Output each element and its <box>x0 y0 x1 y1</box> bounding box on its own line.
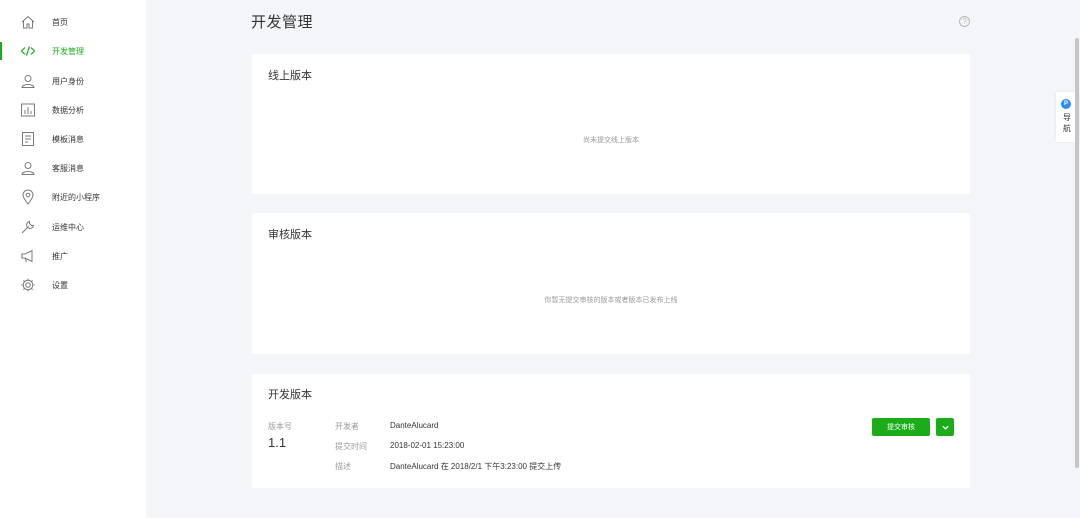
chart-icon <box>20 102 36 118</box>
service-icon <box>20 160 36 176</box>
nav-badge-icon: P <box>1061 99 1071 109</box>
sidebar-item-template-message[interactable]: 模板消息 <box>0 128 146 150</box>
floating-nav-label-2: 航 <box>1063 124 1071 133</box>
sidebar-item-settings[interactable]: 设置 <box>0 274 146 296</box>
sidebar-item-data-analysis[interactable]: 数据分析 <box>0 99 146 121</box>
version-number-label: 版本号 <box>268 422 292 431</box>
sidebar-item-ops-center[interactable]: 运维中心 <box>0 216 146 238</box>
sidebar-item-label: 设置 <box>52 280 68 290</box>
sidebar: 首页 开发管理 用户身份 数据分析 模板消息 客服消息 附近的小程序 运维中心 … <box>0 0 146 518</box>
sidebar-item-label: 数据分析 <box>52 105 84 115</box>
developer-value: DanteAlucard <box>390 421 439 430</box>
sidebar-item-label: 附近的小程序 <box>52 192 100 202</box>
home-icon <box>20 14 36 30</box>
sidebar-item-label: 模板消息 <box>52 134 84 144</box>
user-icon <box>20 73 36 89</box>
sidebar-item-dev-management[interactable]: 开发管理 <box>0 40 146 62</box>
sidebar-item-label: 客服消息 <box>52 163 84 173</box>
location-icon <box>20 189 36 205</box>
description-value: DanteAlucard 在 2018/2/1 下午3:23:00 提交上传 <box>390 462 562 471</box>
help-icon[interactable]: ? <box>959 16 970 27</box>
scrollbar[interactable] <box>1075 38 1079 468</box>
submit-time-label: 提交时间 <box>335 442 367 451</box>
review-version-card: 审核版本 你暂无提交审核的版本或者版本已发布上线 <box>252 213 970 354</box>
submit-time-value: 2018-02-01 15:23:00 <box>390 441 465 450</box>
sidebar-item-service-message[interactable]: 客服消息 <box>0 157 146 179</box>
chevron-down-icon <box>941 425 949 430</box>
review-version-title: 审核版本 <box>268 229 312 241</box>
sidebar-item-home[interactable]: 首页 <box>0 11 146 33</box>
active-indicator <box>0 42 2 60</box>
sidebar-item-nearby-miniprogram[interactable]: 附近的小程序 <box>0 186 146 208</box>
developer-label: 开发者 <box>335 422 359 431</box>
sidebar-item-promotion[interactable]: 推广 <box>0 245 146 267</box>
description-label: 描述 <box>335 462 351 471</box>
online-version-empty: 尚未提交线上版本 <box>583 137 639 144</box>
submit-review-button[interactable]: 提交审核 <box>872 418 930 436</box>
megaphone-icon <box>20 248 36 264</box>
sidebar-item-user-identity[interactable]: 用户身份 <box>0 70 146 92</box>
sidebar-item-label: 用户身份 <box>52 76 84 86</box>
template-icon <box>20 131 36 147</box>
sidebar-item-label: 首页 <box>52 17 68 27</box>
dev-version-card: 开发版本 版本号 1.1 开发者 DanteAlucard 提交时间 2018-… <box>252 374 970 488</box>
gear-icon <box>20 277 36 293</box>
online-version-title: 线上版本 <box>268 70 312 82</box>
page-title: 开发管理 <box>251 14 314 31</box>
code-icon <box>20 43 36 59</box>
sidebar-item-label: 运维中心 <box>52 222 84 232</box>
online-version-card: 线上版本 尚未提交线上版本 <box>252 54 970 194</box>
review-version-empty: 你暂无提交审核的版本或者版本已发布上线 <box>544 297 678 304</box>
wrench-icon <box>20 219 36 235</box>
more-actions-button[interactable] <box>936 418 954 436</box>
dev-version-title: 开发版本 <box>268 389 312 401</box>
floating-nav-label-1: 导 <box>1063 113 1071 122</box>
sidebar-item-label: 推广 <box>52 251 68 261</box>
version-number: 1.1 <box>268 435 287 450</box>
sidebar-item-label: 开发管理 <box>52 46 84 56</box>
